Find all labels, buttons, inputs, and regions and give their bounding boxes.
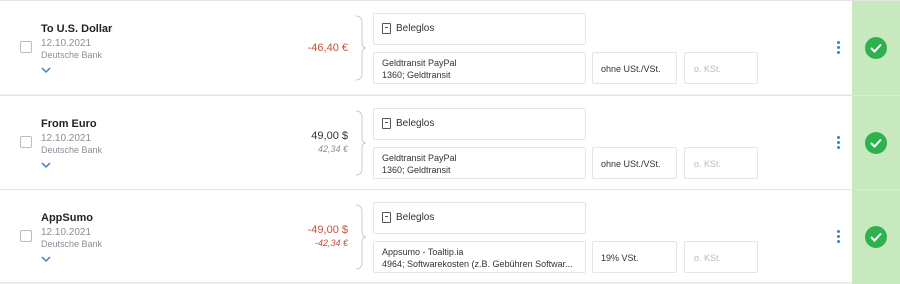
status-column — [852, 96, 900, 190]
account-field[interactable]: Geldtransit PayPal 1360; Geldtransit — [373, 52, 586, 84]
vat-value: ohne USt./VSt. — [601, 64, 661, 74]
row-checkbox[interactable] — [20, 230, 32, 242]
vat-field[interactable]: ohne USt./VSt. — [592, 52, 677, 84]
account-name: Appsumo - Toaltip.ia — [382, 247, 464, 257]
document-icon — [382, 212, 391, 223]
account-number: 1360; Geldtransit — [382, 165, 451, 175]
check-circle-icon[interactable] — [865, 132, 887, 154]
receipt-field[interactable]: Beleglos — [373, 13, 586, 45]
transaction-date: 12.10.2021 — [41, 227, 92, 238]
receipt-field[interactable]: Beleglos — [373, 108, 586, 140]
transaction-title: AppSumo — [41, 212, 93, 224]
brace-icon — [355, 15, 366, 81]
document-icon — [382, 118, 391, 129]
transaction-row: AppSumo 12.10.2021 Deutsche Bank -49,00 … — [0, 189, 900, 284]
row-checkbox[interactable] — [20, 136, 32, 148]
status-column — [852, 190, 900, 284]
cost-center-field[interactable]: o. KSt. — [684, 241, 758, 273]
cost-center-placeholder: o. KSt. — [694, 253, 722, 263]
account-field[interactable]: Appsumo - Toaltip.ia 4964; Softwarekoste… — [373, 241, 586, 273]
check-circle-icon[interactable] — [865, 37, 887, 59]
chevron-down-icon[interactable] — [41, 161, 51, 169]
receipt-field[interactable]: Beleglos — [373, 202, 586, 234]
account-number: 1360; Geldtransit — [382, 70, 451, 80]
vat-field[interactable]: 19% VSt. — [592, 241, 677, 273]
more-vertical-icon[interactable] — [833, 41, 843, 55]
cost-center-placeholder: o. KSt. — [694, 64, 722, 74]
status-column — [852, 1, 900, 95]
cost-center-placeholder: o. KSt. — [694, 159, 722, 169]
check-circle-icon[interactable] — [865, 226, 887, 248]
transaction-date: 12.10.2021 — [41, 133, 92, 144]
receipt-label: Beleglos — [396, 23, 435, 34]
vat-field[interactable]: ohne USt./VSt. — [592, 147, 677, 179]
transaction-amount-converted: -42,34 € — [314, 238, 348, 248]
transaction-title: To U.S. Dollar — [41, 23, 113, 35]
account-number: 4964; Softwarekosten (z.B. Gebühren Soft… — [382, 259, 573, 269]
transaction-row: To U.S. Dollar 12.10.2021 Deutsche Bank … — [0, 0, 900, 95]
transaction-amount: 49,00 $ — [311, 130, 348, 142]
account-name: Geldtransit PayPal — [382, 58, 457, 68]
account-name: Geldtransit PayPal — [382, 153, 457, 163]
cost-center-field[interactable]: o. KSt. — [684, 52, 758, 84]
transaction-date: 12.10.2021 — [41, 38, 92, 49]
transaction-row: From Euro 12.10.2021 Deutsche Bank 49,00… — [0, 95, 900, 190]
transaction-amount: -49,00 $ — [307, 224, 348, 236]
account-field[interactable]: Geldtransit PayPal 1360; Geldtransit — [373, 147, 586, 179]
transaction-bank: Deutsche Bank — [41, 239, 103, 249]
document-icon — [382, 23, 391, 34]
cost-center-field[interactable]: o. KSt. — [684, 147, 758, 179]
transaction-amount: -46,40 € — [307, 42, 348, 54]
transaction-bank: Deutsche Bank — [41, 145, 103, 155]
transaction-title: From Euro — [41, 118, 97, 130]
vat-value: ohne USt./VSt. — [601, 159, 661, 169]
brace-icon — [355, 204, 366, 270]
receipt-label: Beleglos — [396, 118, 435, 129]
chevron-down-icon[interactable] — [41, 66, 51, 74]
brace-icon — [355, 110, 366, 176]
transaction-list: To U.S. Dollar 12.10.2021 Deutsche Bank … — [0, 0, 900, 284]
vat-value: 19% VSt. — [601, 253, 639, 263]
more-vertical-icon[interactable] — [833, 230, 843, 244]
receipt-label: Beleglos — [396, 212, 435, 223]
transaction-amount-converted: 42,34 € — [317, 144, 348, 154]
row-checkbox[interactable] — [20, 41, 32, 53]
transaction-bank: Deutsche Bank — [41, 50, 103, 60]
chevron-down-icon[interactable] — [41, 255, 51, 263]
more-vertical-icon[interactable] — [833, 136, 843, 150]
